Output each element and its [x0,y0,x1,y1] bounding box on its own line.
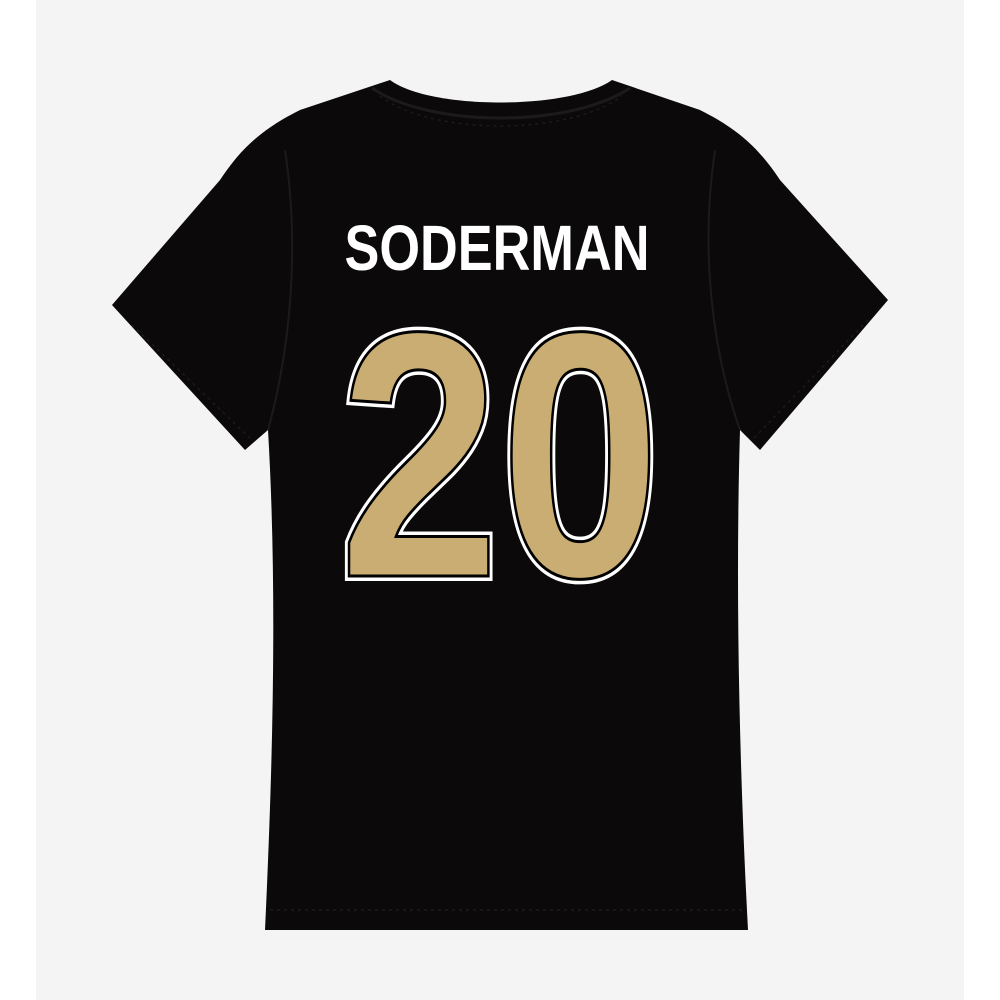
player-number: 20 [339,260,661,651]
product-image: SODERMAN 20 20 [0,0,1000,1000]
t-shirt-back-view: SODERMAN 20 20 [112,80,888,930]
